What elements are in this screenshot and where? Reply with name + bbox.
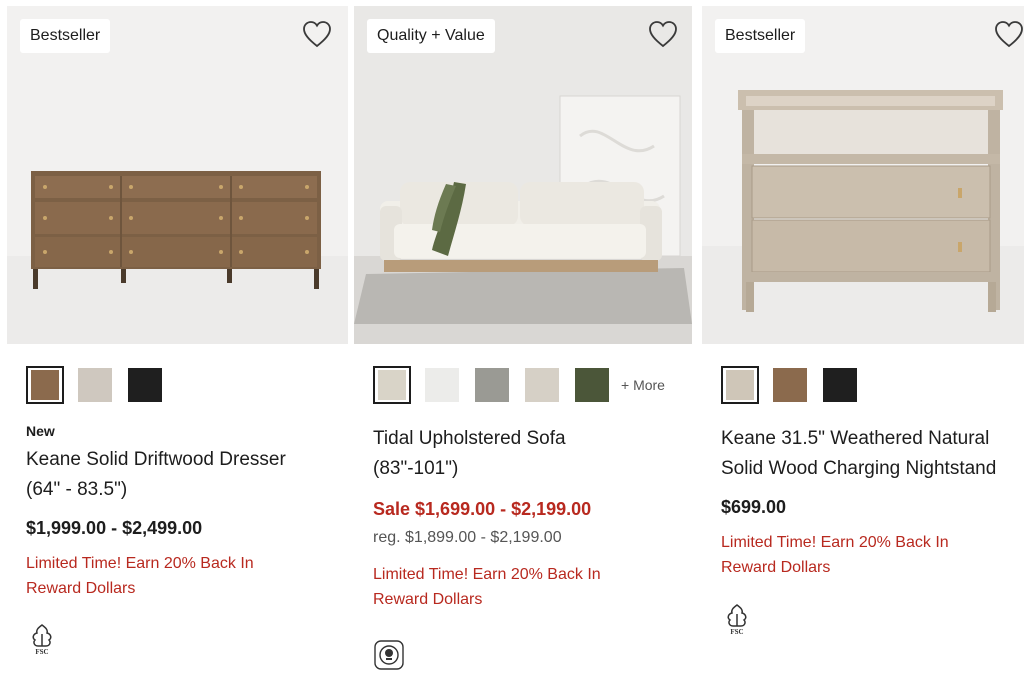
swatch-natural[interactable] [76,366,114,404]
svg-text:FSC: FSC [35,648,48,656]
swatch-driftwood[interactable] [26,366,64,404]
swatch-fabric-2[interactable] [423,366,461,404]
nightstand-image [702,6,1024,344]
favorite-heart-icon[interactable] [994,20,1024,48]
promo-line-1: Limited Time! Earn 20% Back In [721,534,949,551]
swatch-black[interactable] [821,366,859,404]
swatch-driftwood[interactable] [771,366,809,404]
swatch-weathered-natural[interactable] [721,366,759,404]
fsc-tree-icon: FSC [32,624,52,656]
greenguard-icon [374,640,404,670]
swatch-fabric-3[interactable] [473,366,511,404]
swatch-fabric-4[interactable] [523,366,561,404]
product-title-line-1[interactable]: Tidal Upholstered Sofa [373,424,673,454]
promo-line-1: Limited Time! Earn 20% Back In [373,566,601,583]
regular-price: reg. $1,899.00 - $2,199.00 [373,529,562,546]
promo-line-2: Reward Dollars [721,559,831,576]
dresser-image [7,6,348,344]
promo-text: Limited Time! Earn 20% Back In Reward Do… [373,562,673,612]
quality-value-badge: Quality + Value [367,19,495,53]
swatch-black[interactable] [126,366,164,404]
color-swatches [721,366,871,404]
promo-line-1: Limited Time! Earn 20% Back In [26,555,254,572]
promo-line-2: Reward Dollars [26,580,136,597]
bestseller-badge: Bestseller [715,19,806,53]
promo-text: Limited Time! Earn 20% Back In Reward Do… [721,530,1021,580]
product-info: New Keane Solid Driftwood Dresser (64" -… [26,423,336,601]
more-swatches-link[interactable]: + More [621,377,665,393]
swatch-fabric-1[interactable] [373,366,411,404]
favorite-heart-icon[interactable] [648,20,678,48]
sale-price: Sale $1,699.00 - $2,199.00 [373,499,592,519]
color-swatches [26,366,176,404]
product-title-line-2[interactable]: (83"-101") [373,454,673,484]
product-image-sofa[interactable]: Quality + Value [354,6,692,344]
promo-line-2: Reward Dollars [373,591,483,608]
product-image-dresser[interactable]: Bestseller [7,6,348,344]
fsc-tree-icon: FSC [727,604,747,636]
bestseller-badge: Bestseller [20,19,111,53]
product-title-line-1[interactable]: Keane Solid Driftwood Dresser [26,445,336,475]
product-price: $699.00 [721,497,787,517]
favorite-heart-icon[interactable] [302,20,332,48]
product-title-line-2[interactable]: (64" - 83.5") [26,475,336,505]
svg-text:FSC: FSC [730,628,743,636]
product-info: Keane 31.5" Weathered Natural Solid Wood… [721,424,1021,580]
color-swatches: + More [373,366,665,404]
sofa-image [354,6,692,344]
promo-text: Limited Time! Earn 20% Back In Reward Do… [26,551,336,601]
product-info: Tidal Upholstered Sofa (83"-101") Sale $… [373,424,673,612]
product-image-nightstand[interactable]: Bestseller [702,6,1024,344]
product-price: $1,999.00 - $2,499.00 [26,518,203,538]
product-title-line-2[interactable]: Solid Wood Charging Nightstand [721,454,1021,484]
new-label: New [26,423,55,439]
product-title-line-1[interactable]: Keane 31.5" Weathered Natural [721,424,1021,454]
swatch-fabric-5[interactable] [573,366,611,404]
